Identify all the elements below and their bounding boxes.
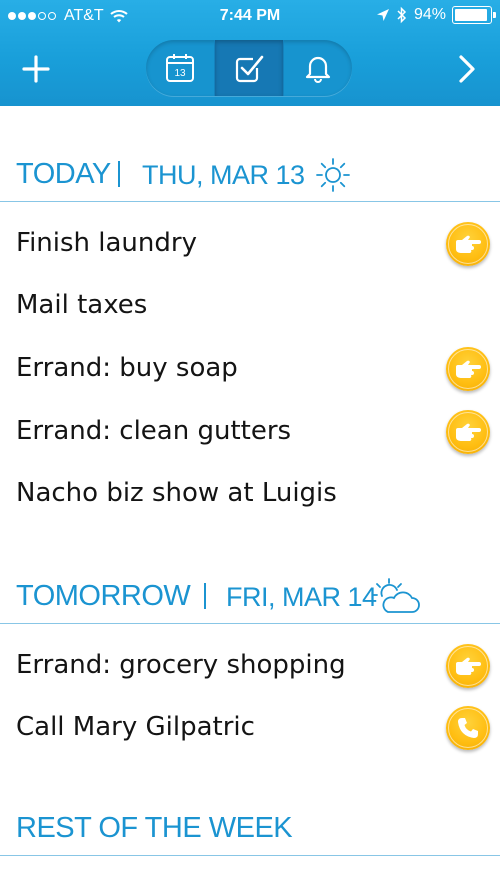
pointing-hand-icon [456,235,481,253]
plus-icon[interactable] [22,55,50,83]
task-item[interactable]: Call Mary Gilpatric [16,707,255,747]
battery-percent: 94% [413,6,446,23]
rest-of-week-title: REST OF THE WEEK [16,812,293,844]
top-bar: AT&T 7:44 PM 94% 13 [0,0,500,106]
reminders-view-button[interactable] [283,40,352,96]
location-arrow-icon [376,9,389,21]
battery-level [455,9,487,21]
bluetooth-icon [397,6,407,24]
call-action-button[interactable] [446,706,490,750]
pointing-hand-icon [456,657,481,675]
today-title: TODAY [16,158,111,190]
calendar-icon: 13 [166,54,194,82]
chevron-right-icon[interactable] [456,54,478,84]
errand-action-button[interactable] [446,644,490,688]
calendar-view-button[interactable]: 13 [146,40,214,96]
battery-icon [452,6,496,24]
pointing-hand-icon [456,423,481,441]
sun-icon [316,158,350,192]
status-right: 94% [376,6,496,24]
bell-icon [305,56,331,83]
tomorrow-title: TOMORROW [16,580,191,612]
tomorrow-header: TOMORROW FRI, MAR 14 [0,578,500,624]
status-bar: AT&T 7:44 PM 94% [0,0,500,34]
header-divider [204,583,206,609]
tasks-view-button[interactable] [214,40,283,96]
header-divider [118,161,120,187]
pointing-hand-icon [456,360,481,378]
task-item[interactable]: Mail taxes [16,285,147,325]
today-header: TODAY THU, MAR 13 [0,158,500,202]
partly-cloudy-icon [372,578,420,613]
errand-action-button[interactable] [446,410,490,454]
errand-action-button[interactable] [446,347,490,391]
task-item[interactable]: Nacho biz show at Luigis [16,473,337,513]
view-switcher: 13 [146,40,352,96]
task-item[interactable]: Errand: buy soap [16,348,238,388]
phone-icon [458,718,478,738]
task-item[interactable]: Finish laundry [16,223,197,263]
errand-action-button[interactable] [446,222,490,266]
task-item[interactable]: Errand: clean gutters [16,411,291,451]
tomorrow-date: FRI, MAR 14 [226,582,377,612]
calendar-day-number: 13 [174,68,186,79]
checkbox-icon [235,55,264,83]
today-date: THU, MAR 13 [142,160,305,190]
task-item[interactable]: Errand: grocery shopping [16,645,346,685]
rest-of-week-header: REST OF THE WEEK [0,812,500,856]
